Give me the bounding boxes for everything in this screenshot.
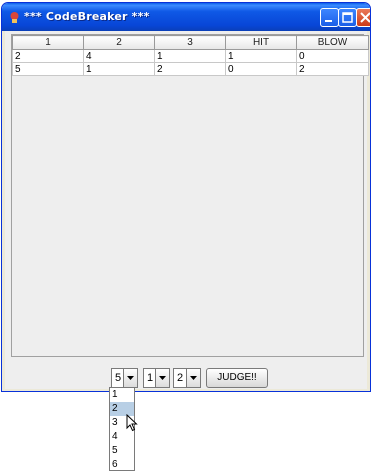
guess-controls: 5 1 2 JUDGE!! xyxy=(5,368,367,390)
column-header[interactable]: 3 xyxy=(154,35,226,50)
dropdown-option[interactable]: 4 xyxy=(110,430,134,444)
table-cell[interactable]: 1 xyxy=(154,49,226,63)
digit2-dropdown-button[interactable] xyxy=(155,369,169,387)
digit2-value: 1 xyxy=(147,372,154,384)
digit3-value: 2 xyxy=(177,372,184,384)
table-cell[interactable]: 2 xyxy=(154,62,226,76)
chevron-down-icon xyxy=(190,376,197,380)
column-header[interactable]: BLOW xyxy=(296,35,369,50)
judge-button[interactable]: JUDGE!! xyxy=(206,368,268,388)
digit3-dropdown-button[interactable] xyxy=(186,369,200,387)
chevron-down-icon xyxy=(127,376,134,380)
mouse-pointer-icon xyxy=(126,414,138,432)
dropdown-option[interactable]: 5 xyxy=(110,444,134,458)
window-title: *** CodeBreaker *** xyxy=(24,10,150,23)
digit1-select[interactable]: 5 xyxy=(111,368,138,388)
content-pane: 1 2 3 HIT BLOW 2 4 1 1 0 5 1 2 0 2 5 1 2… xyxy=(5,31,369,390)
results-table: 1 2 3 HIT BLOW 2 4 1 1 0 5 1 2 0 2 xyxy=(12,35,369,76)
dropdown-option[interactable]: 1 xyxy=(110,388,134,402)
digit2-select[interactable]: 1 xyxy=(143,368,170,388)
table-cell[interactable]: 1 xyxy=(83,62,155,76)
column-header[interactable]: HIT xyxy=(225,35,297,50)
close-button[interactable] xyxy=(356,8,370,27)
close-icon xyxy=(360,12,370,23)
minimize-button[interactable] xyxy=(320,8,339,27)
digit1-value: 5 xyxy=(115,372,122,384)
table-cell[interactable]: 0 xyxy=(225,62,297,76)
table-row[interactable]: 2 4 1 1 0 xyxy=(12,49,369,63)
app-window: *** CodeBreaker *** 1 2 3 HIT BLOW 2 4 1… xyxy=(1,2,371,392)
minimize-icon xyxy=(325,20,332,22)
column-header[interactable]: 1 xyxy=(12,35,84,50)
digit1-dropdown-button[interactable] xyxy=(123,369,137,387)
table-cell[interactable]: 2 xyxy=(296,62,369,76)
table-cell[interactable]: 0 xyxy=(296,49,369,63)
app-icon xyxy=(10,12,19,23)
digit3-select[interactable]: 2 xyxy=(173,368,201,388)
dropdown-option[interactable]: 6 xyxy=(110,458,134,472)
table-cell[interactable]: 2 xyxy=(12,49,84,63)
column-header[interactable]: 2 xyxy=(83,35,155,50)
title-bar[interactable]: *** CodeBreaker *** xyxy=(2,3,370,31)
table-cell[interactable]: 5 xyxy=(12,62,84,76)
chevron-down-icon xyxy=(159,376,166,380)
table-row[interactable]: 5 1 2 0 2 xyxy=(12,62,369,76)
table-cell[interactable]: 1 xyxy=(225,49,297,63)
table-cell[interactable]: 4 xyxy=(83,49,155,63)
maximize-button[interactable] xyxy=(338,8,357,27)
table-header-row: 1 2 3 HIT BLOW xyxy=(12,35,369,50)
maximize-icon xyxy=(342,12,353,23)
results-table-container[interactable]: 1 2 3 HIT BLOW 2 4 1 1 0 5 1 2 0 2 xyxy=(11,34,369,357)
